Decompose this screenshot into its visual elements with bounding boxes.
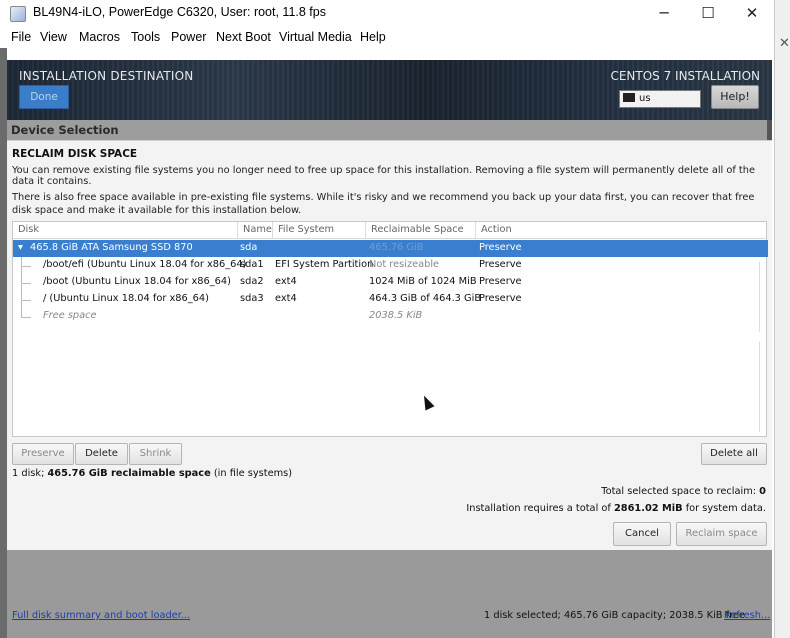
row-space: 2038.5 KiB [369, 310, 423, 321]
row-disk: Free space [43, 310, 97, 321]
cancel-button[interactable]: Cancel [613, 522, 671, 546]
window-titlebar: BL49N4-iLO, PowerEdge C6320, User: root,… [0, 0, 774, 28]
row-action: Preserve [479, 259, 522, 270]
disk-table[interactable]: Disk Name File System Reclaimable Space … [12, 221, 768, 437]
menu-next-boot[interactable]: Next Boot [216, 30, 271, 44]
column-file-system[interactable]: File System [273, 222, 366, 238]
device-selection-bar: Device Selection [7, 120, 772, 140]
keyboard-layout-label: us [639, 93, 651, 104]
dialog-title: RECLAIM DISK SPACE [12, 148, 138, 160]
row-action: Preserve [479, 242, 522, 253]
close-icon[interactable]: ✕ [730, 0, 774, 28]
disk-status-text: 1 disk selected; 465.76 GiB capacity; 20… [484, 610, 745, 621]
table-row[interactable]: / (Ubuntu Linux 18.04 for x86_64) sda3 e… [13, 291, 768, 308]
row-space: 465.76 GiB [369, 242, 424, 253]
reclaim-space-button[interactable]: Reclaim space [676, 522, 767, 546]
help-button[interactable]: Help! [711, 85, 759, 109]
maximize-icon[interactable]: ☐ [686, 0, 730, 28]
menu-view[interactable]: View [40, 30, 67, 44]
row-fs: ext4 [275, 293, 297, 304]
column-name[interactable]: Name [238, 222, 273, 238]
keyboard-icon [623, 93, 635, 102]
dialog-free-space-note: There is also free space available in pr… [12, 192, 755, 216]
dialog-description: You can remove existing file systems you… [12, 165, 756, 187]
refresh-link[interactable]: Refresh... [724, 610, 770, 621]
java-app-icon [10, 6, 26, 22]
background-window-edge: ✕ [774, 0, 790, 638]
device-selection-heading: Device Selection [11, 123, 119, 137]
reclaim-dialog: RECLAIM DISK SPACE You can remove existi… [7, 140, 772, 550]
row-action: Preserve [479, 276, 522, 287]
total-selected-value: 0 [759, 486, 766, 497]
background-close-icon[interactable]: ✕ [779, 36, 790, 51]
keyboard-layout-indicator[interactable]: us [619, 90, 701, 108]
shrink-button[interactable]: Shrink [129, 443, 182, 465]
installer-header: INSTALLATION DESTINATION CENTOS 7 INSTAL… [7, 60, 772, 120]
row-disk: 465.8 GiB ATA Samsung SSD 870 [30, 242, 193, 253]
full-disk-summary-link[interactable]: Full disk summary and boot loader... [12, 610, 190, 621]
installer-status-bar: Full disk summary and boot loader... 1 d… [7, 606, 772, 628]
installer-window: INSTALLATION DESTINATION CENTOS 7 INSTAL… [7, 60, 772, 550]
row-name: sda [240, 242, 258, 253]
menu-help[interactable]: Help [360, 30, 386, 44]
menu-bar: File View Macros Tools Power Next Boot V… [0, 28, 774, 48]
menu-file[interactable]: File [11, 30, 31, 44]
window-title: BL49N4-iLO, PowerEdge C6320, User: root,… [33, 5, 326, 19]
delete-all-button[interactable]: Delete all [701, 443, 767, 465]
row-fs: ext4 [275, 276, 297, 287]
column-disk[interactable]: Disk [13, 222, 238, 238]
menu-power[interactable]: Power [171, 30, 206, 44]
menu-virtual-media[interactable]: Virtual Media [279, 30, 352, 44]
product-title: CENTOS 7 INSTALLATION [610, 69, 760, 83]
table-row[interactable]: /boot/efi (Ubuntu Linux 18.04 for x86_64… [13, 257, 768, 274]
row-name: sda1 [240, 259, 264, 270]
row-name: sda3 [240, 293, 264, 304]
row-fs: EFI System Partition [275, 259, 374, 270]
row-disk: /boot/efi (Ubuntu Linux 18.04 for x86_64… [43, 259, 247, 270]
row-name: sda2 [240, 276, 264, 287]
column-reclaimable-space[interactable]: Reclaimable Space [366, 222, 476, 238]
delete-button[interactable]: Delete [75, 443, 128, 465]
expander-icon[interactable]: ▾ [18, 242, 23, 253]
menu-macros[interactable]: Macros [79, 30, 120, 44]
row-space: 464.3 GiB of 464.3 GiB [369, 293, 482, 304]
total-selected: Total selected space to reclaim: 0 [601, 486, 766, 497]
left-border [0, 48, 7, 638]
required-size: 2861.02 MiB [613, 503, 683, 514]
column-action[interactable]: Action [476, 222, 768, 238]
installation-requirement: Installation requires a total of 2861.02… [466, 503, 766, 514]
table-row[interactable]: ▾ 465.8 GiB ATA Samsung SSD 870 sda 465.… [13, 240, 768, 257]
row-space: 1024 MiB of 1024 MiB [369, 276, 477, 287]
preserve-button[interactable]: Preserve [12, 443, 74, 465]
menu-tools[interactable]: Tools [131, 30, 160, 44]
row-action: Preserve [479, 293, 522, 304]
minimize-icon[interactable]: ─ [642, 0, 686, 28]
table-row[interactable]: /boot (Ubuntu Linux 18.04 for x86_64) sd… [13, 274, 768, 291]
row-disk: / (Ubuntu Linux 18.04 for x86_64) [43, 293, 209, 304]
reclaimable-summary: 1 disk; 465.76 GiB reclaimable space (in… [12, 468, 293, 479]
table-row[interactable]: Free space 2038.5 KiB [13, 308, 768, 325]
spoke-title: INSTALLATION DESTINATION [19, 69, 194, 83]
row-disk: /boot (Ubuntu Linux 18.04 for x86_64) [43, 276, 231, 287]
row-space: Not resizeable [369, 259, 440, 270]
done-button[interactable]: Done [19, 85, 69, 109]
